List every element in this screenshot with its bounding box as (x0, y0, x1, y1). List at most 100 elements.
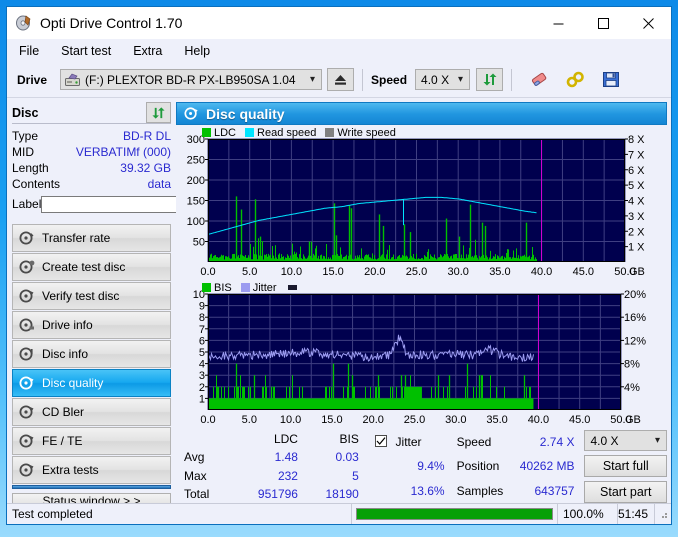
elapsed-time: 51:45 (618, 504, 655, 524)
refresh-button[interactable] (476, 68, 504, 91)
sidebar-item-transfer-rate[interactable]: Transfer rate (12, 224, 171, 252)
jitter-header-row: Jitter (374, 430, 445, 454)
test-speed-select[interactable]: 4.0 X ▾ (584, 430, 667, 451)
svg-text:0.0: 0.0 (200, 266, 215, 278)
toolbar: Drive (F:) PLEXTOR BD-R PX-LB950SA 1.04 … (7, 62, 671, 98)
svg-text:6 X: 6 X (628, 165, 645, 177)
tools-icon (566, 71, 584, 87)
sidebar-item-label: Drive info (42, 318, 93, 332)
quality-panel: Disc quality LDC Read speed Write speed (175, 98, 671, 503)
svg-text:15.0: 15.0 (321, 414, 342, 426)
svg-text:9: 9 (199, 301, 205, 313)
svg-text:35.0: 35.0 (489, 266, 510, 278)
chevron-down-icon: ▾ (310, 73, 316, 85)
menu-item-file[interactable]: File (17, 42, 41, 60)
disc-type-value: BD-R DL (122, 129, 171, 143)
disc-refresh-button[interactable] (146, 102, 171, 123)
start-part-button[interactable]: Start part (584, 481, 667, 503)
toolbar-separator-1 (362, 68, 364, 91)
svg-text:2 X: 2 X (628, 226, 645, 238)
svg-text:250: 250 (187, 155, 205, 167)
disc-check-icon (19, 288, 35, 304)
svg-text:5.0: 5.0 (242, 414, 257, 426)
speed-select[interactable]: 4.0 X ▾ (415, 69, 471, 90)
save-button[interactable] (598, 68, 624, 92)
disc-mid-label: MID (12, 145, 34, 159)
disc-info-row-contents: Contents data (12, 176, 171, 192)
legend-swatch-jitter (240, 283, 250, 292)
speed-label: Speed (371, 72, 408, 87)
quality-panel-header: Disc quality (176, 102, 667, 125)
bis-jitter-chart[interactable]: 123456789104%8%12%16%20%0.0 5.0 10.0 15.0 20… (176, 280, 665, 428)
svg-text:GB: GB (625, 414, 641, 426)
progress-cell (352, 504, 558, 524)
main-body: Disc Type BD-R DL MID VERBATIMf (000) Le… (7, 98, 671, 509)
menu-item-start-test[interactable]: Start test (59, 42, 113, 60)
svg-text:15.0: 15.0 (322, 266, 343, 278)
eject-button[interactable] (327, 68, 355, 91)
menu-item-extra[interactable]: Extra (131, 42, 164, 60)
sidebar-item-disc-quality[interactable]: Disc quality (12, 369, 171, 397)
maximize-button[interactable] (581, 7, 626, 39)
ldc-read-speed-chart[interactable]: 501001502002503001 X2 X3 X4 X5 X6 X7 X8 … (176, 125, 665, 280)
table-row: Avg 1.48 0.03 (184, 448, 359, 466)
legend-label-write-speed: Write speed (337, 126, 396, 139)
svg-text:5.0: 5.0 (242, 266, 257, 278)
eraser-button[interactable] (526, 68, 552, 92)
svg-text:GB: GB (629, 266, 645, 278)
resize-grip-icon[interactable] (655, 504, 671, 524)
start-full-button[interactable]: Start full (584, 455, 667, 477)
svg-text:40.0: 40.0 (528, 414, 549, 426)
status-bar: Test completed 100.0% 51:45 (7, 503, 671, 524)
disc-panel-title: Disc (12, 105, 39, 120)
sidebar-item-extra-tests[interactable]: Extra tests (12, 456, 171, 484)
legend-label-ldc: LDC (214, 126, 237, 139)
disc-extra-icon (19, 462, 35, 478)
svg-text:45.0: 45.0 (569, 414, 590, 426)
drive-select[interactable]: (F:) PLEXTOR BD-R PX-LB950SA 1.04 ▾ (60, 69, 323, 90)
nav-list: Transfer rate Create test disc Verify te… (12, 224, 171, 485)
svg-text:20%: 20% (624, 289, 646, 301)
jitter-checkbox[interactable] (374, 435, 387, 448)
svg-text:35.0: 35.0 (486, 414, 507, 426)
table-row: Samples 643757 (457, 479, 575, 503)
progress-stats-table: Speed 2.74 X Position 40262 MB Samples 6… (457, 430, 575, 503)
sidebar-item-cd-bler[interactable]: CD Bler (12, 398, 171, 426)
svg-text:8: 8 (199, 312, 205, 324)
menu-item-help[interactable]: Help (182, 42, 212, 60)
disc-info-icon (19, 346, 35, 362)
table-row: Total 951796 18190 (184, 485, 359, 503)
avg-bis-value: 0.03 (335, 450, 359, 465)
table-row: 9.4% (375, 454, 445, 478)
chevron-down-icon: ▾ (458, 73, 464, 85)
sidebar-item-create-test-disc[interactable]: Create test disc (12, 253, 171, 281)
table-row: Max 232 5 (184, 467, 359, 485)
legend-swatch-ldc (202, 128, 211, 137)
table-row: Speed 2.74 X (457, 430, 575, 454)
legend-label-read-speed: Read speed (257, 126, 317, 139)
legend-label-jitter: Jitter (252, 281, 277, 294)
sidebar-item-disc-info[interactable]: Disc info (12, 340, 171, 368)
svg-text:3 X: 3 X (628, 211, 645, 223)
close-button[interactable] (626, 7, 671, 39)
svg-text:12%: 12% (624, 335, 646, 347)
sidebar-item-drive-info[interactable]: Drive info (12, 311, 171, 339)
svg-text:16%: 16% (624, 312, 646, 324)
jitter-avg-value: 9.4% (417, 459, 445, 474)
legend-item-ldc: LDC (202, 127, 236, 139)
svg-text:20.0: 20.0 (362, 414, 383, 426)
avg-ldc-value: 1.48 (274, 450, 298, 465)
disc-quality-icon (19, 375, 35, 391)
save-icon (603, 72, 620, 87)
sidebar-item-label: FE / TE (42, 434, 83, 448)
svg-text:25.0: 25.0 (404, 414, 425, 426)
samples-stat-value: 643757 (534, 483, 575, 498)
col-header-bis: BIS (339, 432, 359, 447)
toolbar-separator-2 (511, 68, 513, 91)
sidebar-item-verify-test-disc[interactable]: Verify test disc (12, 282, 171, 310)
tools-button[interactable] (562, 68, 588, 92)
svg-text:10.0: 10.0 (280, 414, 301, 426)
error-stats-table: LDC BIS Avg 1.48 0.03 Max 232 5 Total 95… (184, 430, 359, 503)
sidebar-item-fe-te[interactable]: FE / TE (12, 427, 171, 455)
minimize-button[interactable] (536, 7, 581, 39)
